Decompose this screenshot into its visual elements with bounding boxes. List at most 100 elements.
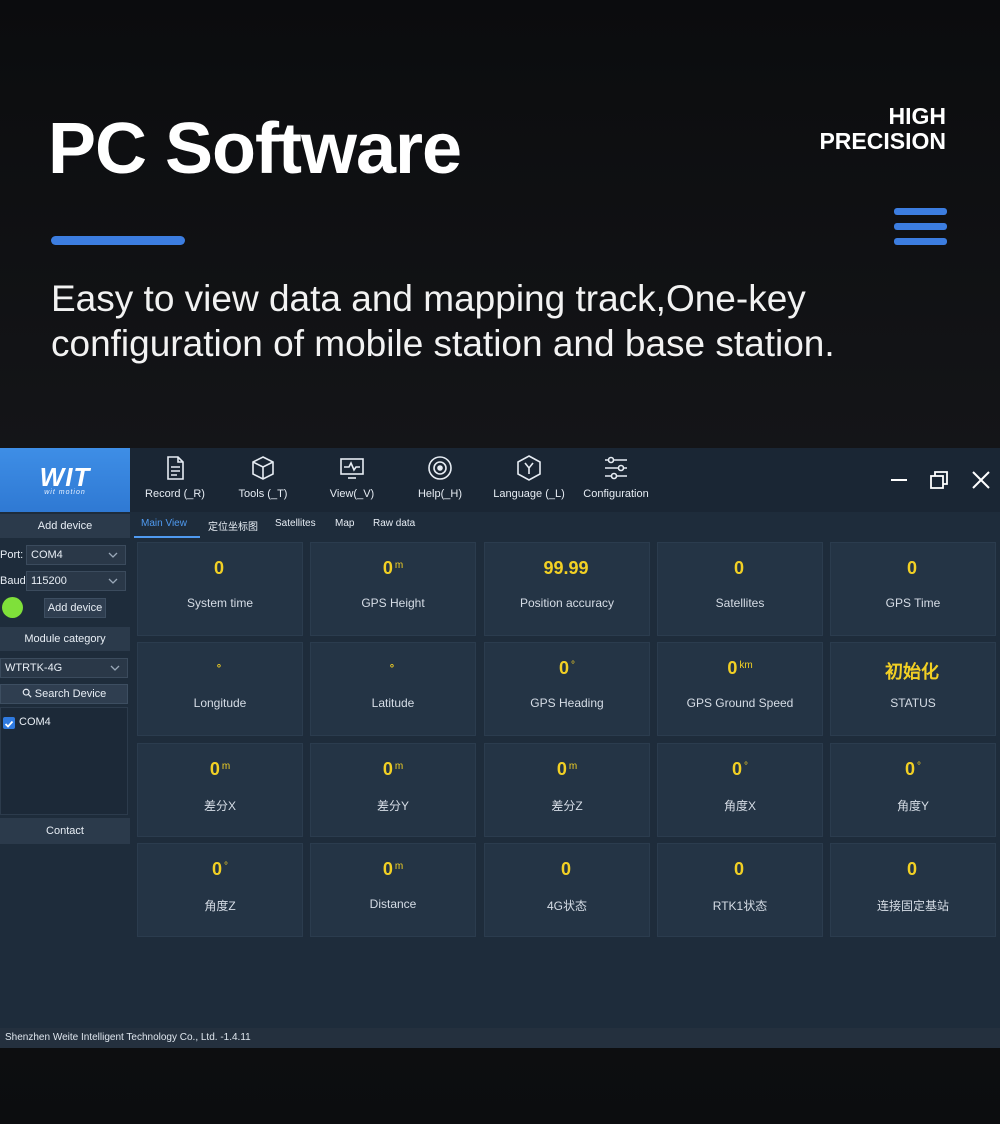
readout-label: Position accuracy [519, 596, 615, 610]
device-item-label[interactable]: COM4 [19, 716, 51, 728]
language-label: Language (_L) [493, 488, 565, 500]
tools-label: Tools (_T) [238, 488, 288, 500]
readout-label: 4G状态 [546, 899, 587, 913]
configuration-button[interactable]: Configuration [574, 454, 658, 508]
readout-label: GPS Heading [530, 696, 604, 710]
status-bar: Shenzhen Weite Intelligent Technology Co… [0, 1028, 1000, 1048]
module-category-header: Module category [0, 627, 130, 651]
restore-button[interactable] [924, 465, 954, 495]
help-button[interactable]: Help(_H) [398, 454, 482, 508]
tab-map[interactable]: Map [335, 518, 354, 529]
readout-value: 0 [213, 558, 224, 578]
readout-value: 0m [382, 859, 404, 879]
readout-4g-status: 0 4G状态 [484, 843, 650, 937]
device-checkbox[interactable] [3, 717, 15, 729]
language-button[interactable]: Language (_L) [487, 454, 571, 508]
readout-value: 0 ° [731, 759, 748, 779]
cube-icon [252, 456, 274, 480]
readout-label: 角度Y [896, 799, 929, 813]
badge-line-1: HIGH [888, 103, 947, 129]
readout-angle-z: 0 ° 角度Z [137, 843, 303, 937]
target-icon [428, 456, 452, 480]
readout-latitude: ° Latitude [310, 642, 476, 736]
readout-value: ° [389, 663, 395, 675]
module-select[interactable]: WTRTK-4G [0, 658, 128, 678]
precision-badge: HIGH PRECISION [819, 104, 946, 154]
accent-bar [51, 236, 185, 245]
readout-label: 连接固定基站 [876, 899, 949, 913]
search-device-label: Search Device [34, 688, 107, 700]
readout-angle-x: 0 ° 角度X [657, 743, 823, 837]
readout-label: System time [186, 596, 253, 610]
readout-label: GPS Height [361, 596, 425, 610]
add-device-button[interactable]: Add device [44, 598, 106, 618]
readout-diff-z: 0 m 差分Z [484, 743, 650, 837]
readout-label: Distance [369, 897, 417, 911]
toolbar: WIT wit motion Record (_R) Tools (_T) Vi… [0, 448, 1000, 512]
document-icon [167, 456, 184, 480]
record-button[interactable]: Record (_R) [133, 454, 217, 508]
tab-raw-data[interactable]: Raw data [373, 518, 415, 529]
readout-value: 0 ° [211, 859, 228, 879]
configuration-label: Configuration [583, 488, 649, 500]
record-label: Record (_R) [145, 488, 205, 500]
port-value: COM4 [31, 549, 63, 561]
readout-status: 初始化 STATUS [830, 642, 996, 736]
baud-select[interactable]: 115200 [26, 571, 126, 591]
readout-label: 角度X [723, 799, 756, 813]
tab-positioning-chart[interactable]: 定位坐标图 [208, 518, 258, 533]
readout-value: 0m [556, 759, 578, 779]
readout-base-station-connection: 0 连接固定基站 [830, 843, 996, 937]
readout-value: 0m [382, 558, 404, 578]
module-value: WTRTK-4G [5, 662, 63, 674]
minimize-icon [891, 479, 907, 481]
readout-value: 0m [382, 759, 404, 779]
connection-status-indicator [2, 597, 23, 618]
contact-header[interactable]: Contact [0, 818, 130, 844]
readout-value: 0m [209, 759, 231, 779]
baud-value: 115200 [31, 575, 67, 587]
tab-main-view[interactable]: Main View [141, 518, 187, 529]
readout-label: 差分Y [376, 799, 409, 813]
logo-mark: WIT [39, 461, 91, 492]
tools-button[interactable]: Tools (_T) [221, 454, 305, 508]
readout-angle-y: 0 ° 角度Y [830, 743, 996, 837]
readout-system-time: 0 System time [137, 542, 303, 636]
search-device-button[interactable]: Search Device [0, 684, 128, 704]
readout-label: 差分X [203, 799, 236, 813]
readout-label: Latitude [371, 696, 415, 710]
readout-value: 0 ° [904, 759, 921, 779]
app-window: WIT wit motion Record (_R) Tools (_T) Vi… [0, 448, 1000, 1048]
view-button[interactable]: View(_V) [310, 454, 394, 508]
readout-value: 0 km [727, 658, 753, 678]
close-icon [972, 471, 990, 489]
sidebar: Add device Port: COM4 Baud: 115200 Add d… [0, 512, 130, 1028]
readout-gps-height: 0 m GPS Height [310, 542, 476, 636]
readout-distance: 0 m Distance [310, 843, 476, 937]
readout-value: 0 [906, 558, 917, 578]
port-label: Port: [0, 549, 24, 561]
readout-label: RTK1状态 [712, 899, 768, 913]
baud-label: Baud: [0, 575, 29, 587]
readout-value: 99.99 [543, 558, 589, 578]
readout-longitude: ° Longitude [137, 642, 303, 736]
readout-gps-heading: 0 ° GPS Heading [484, 642, 650, 736]
chevron-down-icon [110, 665, 120, 671]
minimize-button[interactable] [884, 465, 914, 495]
search-icon [22, 688, 32, 698]
hero-description: Easy to view data and mapping track,One-… [51, 278, 835, 364]
readout-label: Satellites [715, 596, 765, 610]
readout-label: GPS Time [885, 596, 941, 610]
readout-diff-y: 0 m 差分Y [310, 743, 476, 837]
brand-logo: WIT wit motion [0, 448, 130, 512]
port-select[interactable]: COM4 [26, 545, 126, 565]
close-button[interactable] [966, 465, 996, 495]
sliders-icon [605, 456, 627, 480]
badge-line-2: PRECISION [819, 128, 946, 154]
menu-icon[interactable] [894, 208, 947, 246]
readout-value: 0 [906, 859, 917, 879]
chevron-down-icon [108, 552, 118, 558]
tab-satellites[interactable]: Satellites [275, 518, 316, 529]
view-label: View(_V) [329, 488, 375, 500]
readout-rtk1-status: 0 RTK1状态 [657, 843, 823, 937]
